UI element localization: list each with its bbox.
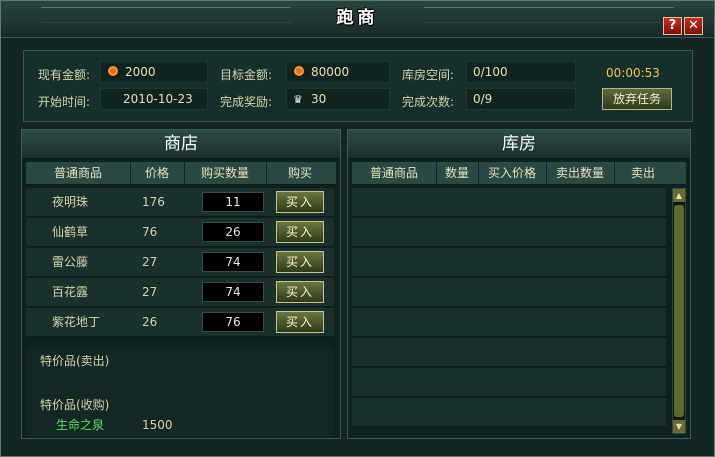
- abandon-task-button[interactable]: 放弃任务: [602, 88, 672, 110]
- shop-header-price: 价格: [130, 162, 185, 184]
- quantity-input[interactable]: 76: [202, 312, 264, 332]
- target-gold-value: 80000: [286, 61, 390, 83]
- start-time-label: 开始时间:: [38, 95, 91, 109]
- warehouse-title: 库房: [348, 130, 690, 159]
- special-buy-price: 1500: [142, 418, 173, 432]
- countdown-timer: 00:00:53: [606, 66, 660, 80]
- shop-item-price: 27: [142, 255, 158, 269]
- special-sell-section: 特价品(卖出): [26, 348, 334, 394]
- shop-row: 百花露 27 74 买入: [26, 278, 334, 307]
- warehouse-row[interactable]: [352, 368, 666, 397]
- warehouse-panel: 库房 普通商品 数量 买入价格 卖出数量 卖出 ▲ ▼: [347, 129, 691, 439]
- shop-item-name: 夜明珠: [52, 195, 89, 209]
- warehouse-header-item: 普通商品: [352, 162, 437, 184]
- warehouse-header-sell-quantity: 卖出数量: [546, 162, 615, 184]
- warehouse-row[interactable]: [352, 188, 666, 217]
- warehouse-scrollbar[interactable]: ▲ ▼: [672, 188, 686, 434]
- shop-item-name: 雷公藤: [52, 255, 89, 269]
- reward-value: ♛ 30: [286, 88, 390, 110]
- shop-item-price: 176: [142, 195, 165, 209]
- warehouse-space-label: 库房空间:: [402, 68, 455, 82]
- title-bar[interactable]: 跑商: [1, 1, 714, 38]
- reward-label: 完成奖励:: [220, 95, 273, 109]
- warehouse-row[interactable]: [352, 398, 666, 427]
- trade-window: 跑商 ? ✕ 现有金额: 2000 目标金额: 80000 库房空间: 0/10…: [0, 0, 715, 457]
- shop-item-name: 百花露: [52, 285, 89, 299]
- scroll-thumb[interactable]: [674, 205, 684, 417]
- shop-header-buy: 购买: [287, 166, 312, 180]
- special-buy-item[interactable]: 生命之泉: [56, 416, 104, 434]
- coin-icon: [293, 65, 305, 77]
- completions-value: 0/9: [466, 88, 576, 110]
- scroll-down-icon[interactable]: ▼: [673, 420, 685, 433]
- buy-button[interactable]: 买入: [276, 311, 324, 333]
- warehouse-row[interactable]: [352, 278, 666, 307]
- lotus-icon: ♛: [293, 93, 303, 106]
- shop-item-price: 27: [142, 285, 158, 299]
- shop-row: 夜明珠 176 11 买入: [26, 188, 334, 217]
- quantity-input[interactable]: 26: [202, 222, 264, 242]
- shop-column-headers: 普通商品 价格 购买数量 购买: [26, 162, 336, 185]
- shop-row: 仙鹤草 76 26 买入: [26, 218, 334, 247]
- shop-row: 雷公藤 27 74 买入: [26, 248, 334, 277]
- warehouse-space-value: 0/100: [466, 61, 576, 83]
- shop-item-name: 仙鹤草: [52, 225, 89, 239]
- shop-header-quantity: 购买数量: [184, 162, 267, 184]
- completions-label: 完成次数:: [402, 95, 455, 109]
- shop-item-price: 26: [142, 315, 158, 329]
- buy-button[interactable]: 买入: [276, 221, 324, 243]
- special-sell-label: 特价品(卖出): [40, 354, 110, 368]
- shop-header-item: 普通商品: [26, 162, 131, 184]
- buy-button[interactable]: 买入: [276, 191, 324, 213]
- scroll-up-icon[interactable]: ▲: [673, 189, 685, 202]
- warehouse-row[interactable]: [352, 308, 666, 337]
- shop-title: 商店: [22, 130, 340, 159]
- shop-panel: 商店 普通商品 价格 购买数量 购买 夜明珠 176 11 买入 仙鹤草 76 …: [21, 129, 341, 439]
- special-buy-label: 特价品(收购): [40, 398, 110, 412]
- help-button[interactable]: ?: [663, 17, 682, 35]
- current-gold-value: 2000: [100, 61, 208, 83]
- target-gold-label: 目标金额:: [220, 68, 273, 82]
- buy-button[interactable]: 买入: [276, 281, 324, 303]
- coin-icon: [107, 65, 119, 77]
- warehouse-row[interactable]: [352, 338, 666, 367]
- quantity-input[interactable]: 74: [202, 282, 264, 302]
- info-panel: 现有金额: 2000 目标金额: 80000 库房空间: 0/100 00:00…: [23, 50, 693, 122]
- warehouse-header-sell: 卖出: [630, 166, 655, 180]
- quantity-input[interactable]: 11: [202, 192, 264, 212]
- shop-item-name: 紫花地丁: [52, 315, 101, 329]
- warehouse-header-quantity: 数量: [436, 162, 479, 184]
- warehouse-row[interactable]: [352, 248, 666, 277]
- warehouse-column-headers: 普通商品 数量 买入价格 卖出数量 卖出: [352, 162, 686, 185]
- shop-item-price: 76: [142, 225, 158, 239]
- window-title: 跑商: [336, 8, 379, 28]
- start-time-value: 2010-10-23: [100, 88, 208, 110]
- close-button[interactable]: ✕: [684, 17, 703, 35]
- current-gold-label: 现有金额:: [38, 68, 91, 82]
- quantity-input[interactable]: 74: [202, 252, 264, 272]
- warehouse-header-buy-price: 买入价格: [478, 162, 547, 184]
- special-buy-section: 特价品(收购) 生命之泉 1500: [26, 394, 334, 436]
- shop-row: 紫花地丁 26 76 买入: [26, 308, 334, 337]
- buy-button[interactable]: 买入: [276, 251, 324, 273]
- warehouse-row[interactable]: [352, 218, 666, 247]
